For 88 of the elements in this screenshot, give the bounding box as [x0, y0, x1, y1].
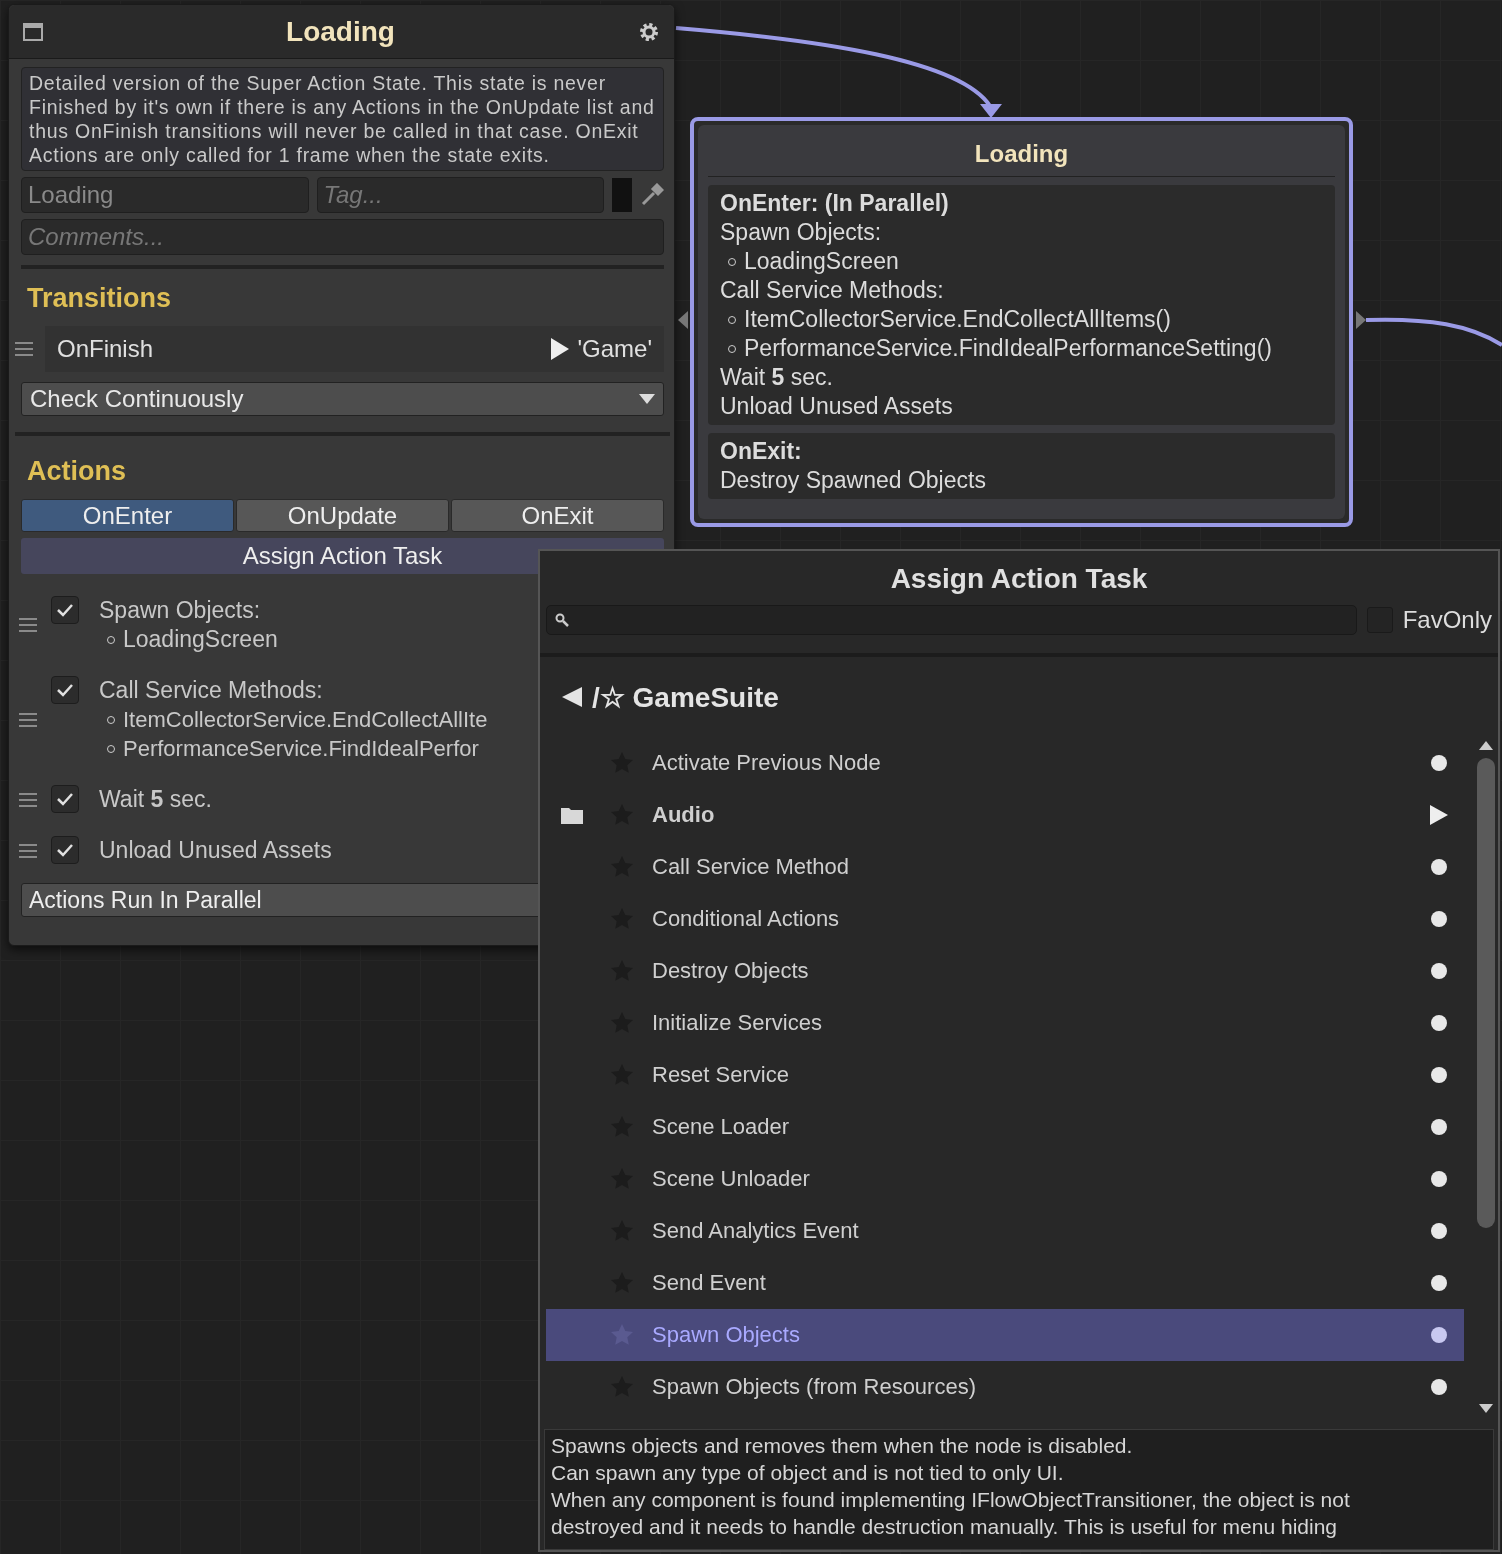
- list-item[interactable]: Send Analytics Event: [546, 1205, 1464, 1257]
- dot-icon: [1430, 1118, 1448, 1136]
- action-title: Spawn Objects:: [99, 596, 262, 625]
- transition-row[interactable]: OnFinish 'Game': [45, 326, 664, 372]
- node-line: PerformanceService.FindIdealPerformanceSetting(): [744, 334, 1272, 363]
- transition-target: 'Game': [577, 335, 652, 363]
- dot-icon: [1430, 1274, 1448, 1292]
- drag-handle-icon[interactable]: [19, 712, 37, 727]
- scroll-up-icon[interactable]: [1479, 741, 1493, 750]
- list-item[interactable]: Spawn Objects (from Resources): [546, 1361, 1464, 1413]
- output-port-icon[interactable]: [1356, 311, 1366, 329]
- node-title: Loading: [708, 125, 1335, 177]
- check-icon: [56, 603, 74, 617]
- drag-handle-icon[interactable]: [15, 342, 33, 356]
- node-line: Wait 5 sec.: [720, 363, 834, 392]
- action-title: Unload Unused Assets: [99, 836, 332, 865]
- dot-icon: [1430, 1066, 1448, 1084]
- action-parameter: LoadingScreen: [123, 625, 278, 654]
- node-line: Spawn Objects:: [720, 218, 883, 247]
- list-item[interactable]: Scene Unloader: [546, 1153, 1464, 1205]
- drag-handle-icon[interactable]: [19, 843, 37, 858]
- check-icon: [56, 843, 74, 857]
- checkbox[interactable]: [51, 785, 79, 813]
- list-item[interactable]: Destroy Objects: [546, 945, 1464, 997]
- window-icon: [23, 22, 43, 41]
- action-parameter: ItemCollectorService.EndCollectAllIte: [123, 706, 488, 734]
- section-title: OnEnter: (In Parallel): [720, 189, 950, 218]
- list-item[interactable]: Audio: [546, 789, 1464, 841]
- submenu-arrow-icon: [1430, 805, 1448, 825]
- node-line: Call Service Methods:: [720, 276, 945, 305]
- dot-icon: [1430, 962, 1448, 980]
- popup-title: Assign Action Task: [889, 562, 1149, 596]
- check-icon: [56, 683, 74, 697]
- dot-icon: [1430, 858, 1448, 876]
- dot-icon: [1430, 1014, 1448, 1032]
- play-icon: [551, 338, 570, 360]
- action-parameter: PerformanceService.FindIdealPerfor: [123, 735, 479, 763]
- state-node[interactable]: [690, 117, 1353, 527]
- section-title: OnExit:: [720, 437, 803, 466]
- description-line: When any component is found implementing IFlowObjectTransitioner, the object is not: [551, 1487, 1351, 1513]
- checkbox[interactable]: [51, 676, 79, 704]
- checkbox[interactable]: [51, 596, 79, 624]
- scroll-down-icon[interactable]: [1479, 1404, 1493, 1413]
- state-description: Detailed version of the Super Action State. This state is never Finished by it's own if there is any Actions in the OnUpdate list and thus OnFinish transitions will never be called in that case. OnExit Actions are only called for 1 frame when the state exits.: [21, 67, 664, 171]
- list-item[interactable]: Scene Loader: [546, 1101, 1464, 1153]
- description-line: Can spawn any type of object and is not tied to only UI.: [551, 1460, 1065, 1486]
- drag-handle-icon[interactable]: [19, 618, 37, 632]
- check-icon: [56, 792, 74, 806]
- node-line: Unload Unused Assets: [720, 392, 954, 421]
- dot-icon: [1430, 1378, 1448, 1396]
- dot-icon: [1430, 1170, 1448, 1188]
- dot-icon: [1430, 1222, 1448, 1240]
- name-field[interactable]: Loading: [21, 177, 309, 213]
- list-item[interactable]: Send Event: [546, 1257, 1464, 1309]
- input-port-icon[interactable]: [678, 311, 688, 329]
- node-line: Destroy Spawned Objects: [720, 466, 987, 495]
- action-title: Call Service Methods:: [99, 676, 324, 705]
- section-heading: Transitions: [27, 283, 173, 314]
- color-swatch[interactable]: [612, 178, 632, 212]
- settings-icon[interactable]: [638, 20, 660, 43]
- dot-icon: [1430, 1326, 1448, 1344]
- caret-icon: [639, 394, 655, 404]
- list-item[interactable]: Reset Service: [546, 1049, 1464, 1101]
- tab[interactable]: OnUpdate: [236, 499, 449, 532]
- checkbox[interactable]: [51, 836, 79, 864]
- breadcrumb: /☆ GameSuite: [592, 680, 779, 714]
- list-item[interactable]: Initialize Services: [546, 997, 1464, 1049]
- list-item[interactable]: Activate Previous Node: [546, 737, 1464, 789]
- list-item[interactable]: Spawn Objects: [546, 1309, 1464, 1361]
- dot-icon: [1430, 754, 1448, 772]
- checkbox-label: FavOnly: [1402, 606, 1492, 634]
- section-heading: Actions: [27, 456, 127, 487]
- search-field[interactable]: [546, 605, 1357, 635]
- tab[interactable]: OnEnter: [21, 499, 234, 532]
- check-mode-dropdown[interactable]: Check Continuously: [21, 382, 664, 416]
- node-line: LoadingScreen: [744, 247, 899, 276]
- drag-handle-icon[interactable]: [19, 792, 37, 807]
- action-title: Wait 5 sec.: [99, 785, 212, 814]
- search-icon: [555, 613, 569, 627]
- folder-icon: [561, 806, 583, 824]
- description-line: Spawns objects and removes them when the node is disabled.: [551, 1433, 1134, 1459]
- panel-title: Loading: [285, 15, 396, 48]
- description-line: destroyed and it needs to handle destruction manually. This is useful for menu hiding: [551, 1514, 1339, 1540]
- node-line: ItemCollectorService.EndCollectAllItems(): [744, 305, 1171, 334]
- transition-event: OnFinish: [57, 335, 155, 363]
- dot-icon: [1430, 910, 1448, 928]
- tab[interactable]: OnExit: [451, 499, 664, 532]
- back-icon[interactable]: [562, 687, 582, 707]
